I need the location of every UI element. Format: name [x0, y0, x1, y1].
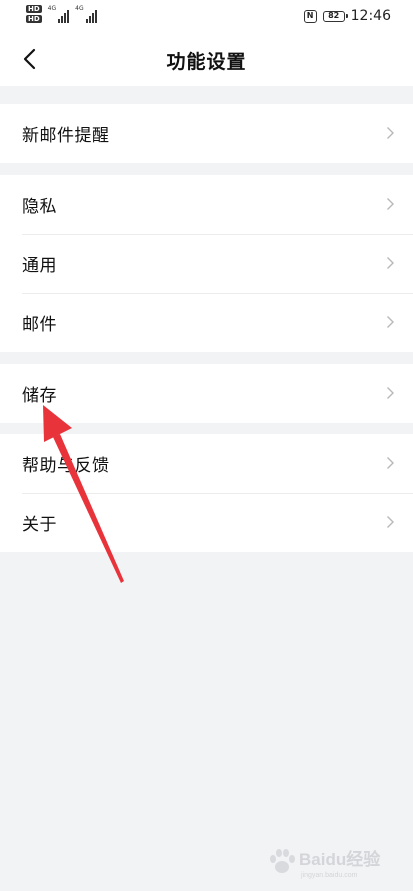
- row-label: 通用: [22, 256, 57, 276]
- row-privacy[interactable]: 隐私: [0, 175, 413, 234]
- row-new-mail-reminder[interactable]: 新邮件提醒: [0, 104, 413, 163]
- nfc-icon: N: [303, 9, 317, 23]
- chevron-right-icon: [387, 127, 394, 139]
- chevron-right-icon: [387, 198, 394, 210]
- watermark-sub: jingyan.baidu.com: [300, 872, 358, 879]
- hd-badge-1: HD: [26, 5, 42, 13]
- watermark-text: Baidu经验: [299, 849, 381, 869]
- row-mail[interactable]: 邮件: [0, 293, 413, 352]
- row-label: 新邮件提醒: [22, 126, 110, 146]
- hd-badge-2: HD: [26, 15, 42, 23]
- battery-icon: 82: [322, 10, 348, 22]
- row-label: 储存: [22, 386, 57, 406]
- settings-group-about: 帮助与反馈 关于: [0, 434, 413, 552]
- status-left: HD HD 4G 4G: [26, 5, 97, 23]
- nav-bar: 功能设置: [0, 34, 413, 86]
- row-general[interactable]: 通用: [0, 234, 413, 293]
- row-help-feedback[interactable]: 帮助与反馈: [0, 434, 413, 493]
- row-storage[interactable]: 储存: [0, 364, 413, 423]
- network-type-1: 4G: [47, 5, 57, 12]
- settings-group-notifications: 新邮件提醒: [0, 104, 413, 163]
- settings-group-storage: 储存: [0, 364, 413, 423]
- row-about[interactable]: 关于: [0, 493, 413, 552]
- network-type-2: 4G: [75, 5, 84, 12]
- chevron-right-icon: [387, 457, 394, 469]
- chevron-right-icon: [387, 316, 394, 328]
- status-right: N 82 12:46: [303, 8, 391, 24]
- row-label: 帮助与反馈: [22, 456, 110, 476]
- chevron-right-icon: [387, 257, 394, 269]
- row-label: 关于: [22, 515, 57, 535]
- settings-group-general: 隐私 通用 邮件: [0, 175, 413, 352]
- baidu-jingyan-watermark: Baidu经验 jingyan.baidu.com: [270, 849, 381, 879]
- row-label: 隐私: [22, 197, 57, 217]
- hd-indicators: HD HD: [26, 5, 42, 23]
- screen: HD HD 4G 4G N 82 12:46 功能设置 新邮件提醒 隐私 通用 …: [0, 0, 413, 891]
- status-time: 12:46: [350, 8, 391, 24]
- page-title: 功能设置: [166, 51, 247, 73]
- signal-icon: 4G: [75, 5, 97, 23]
- signal-icon: 4G: [47, 5, 70, 23]
- chevron-right-icon: [387, 387, 394, 399]
- row-label: 邮件: [22, 315, 57, 335]
- chevron-right-icon: [387, 516, 394, 528]
- status-bar: HD HD 4G 4G N 82 12:46: [0, 0, 413, 34]
